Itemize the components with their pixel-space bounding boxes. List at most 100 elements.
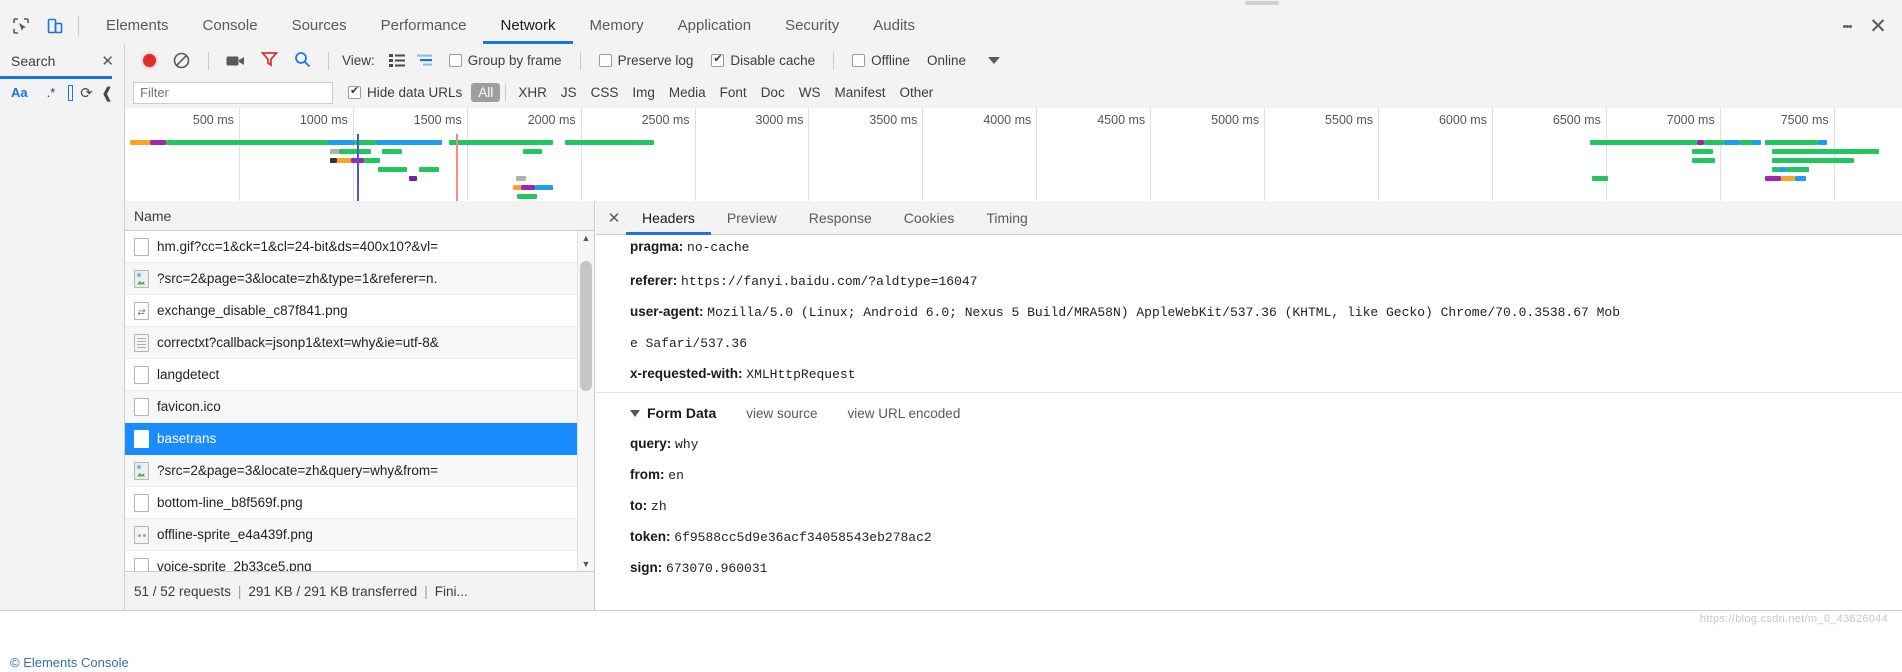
tab-elements[interactable]: Elements [89, 8, 186, 44]
tab-audits[interactable]: Audits [856, 8, 932, 44]
filter-type-media[interactable]: Media [662, 83, 713, 102]
request-row[interactable]: ⇄ exchange_disable_c87f841.png [125, 295, 594, 327]
drag-handle[interactable] [1245, 1, 1279, 5]
request-row[interactable]: ?src=2&page=3&locate=zh&type=1&referer=n… [125, 263, 594, 295]
form-data-section-header[interactable]: Form Data view source view URL encoded [630, 393, 1902, 429]
tab-application[interactable]: Application [661, 8, 768, 44]
resource-type-filters: Hide data URLs All XHR JS CSS Img Media … [339, 83, 940, 102]
group-by-frame-checkbox[interactable]: Group by frame [448, 53, 562, 68]
checkbox-box[interactable] [448, 54, 462, 67]
filter-type-js[interactable]: JS [554, 83, 584, 102]
request-row[interactable]: hm.gif?cc=1&ck=1&cl=24-bit&ds=400x10?&vl… [125, 231, 594, 263]
disable-cache-checkbox[interactable]: Disable cache [711, 52, 815, 68]
search-icon[interactable] [294, 51, 311, 71]
overview-request-band [408, 176, 417, 181]
tab-network[interactable]: Network [483, 8, 573, 44]
overview-request-band [1781, 176, 1795, 181]
filter-type-doc[interactable]: Doc [754, 83, 792, 102]
filter-type-css[interactable]: CSS [584, 83, 626, 102]
overview-gridline [922, 108, 924, 201]
filter-type-other[interactable]: Other [892, 83, 940, 102]
filter-type-img[interactable]: Img [625, 83, 662, 102]
devtools-tab-bar: Elements Console Sources Performance Net… [0, 8, 1902, 45]
request-row[interactable]: langdetect [125, 359, 594, 391]
scroll-down-arrow[interactable]: ▼ [578, 557, 594, 571]
overview-gridline [1264, 108, 1266, 201]
refresh-icon[interactable]: ⟳ [80, 84, 93, 102]
offline-checkbox[interactable]: Offline [852, 53, 910, 68]
group-by-frame-label: Group by frame [467, 53, 562, 68]
form-key: from: [630, 467, 665, 482]
tab-preview[interactable]: Preview [711, 201, 793, 235]
checkbox-box[interactable] [348, 84, 361, 99]
request-list-pane: Name hm.gif?cc=1&ck=1&cl=24-bit&ds=400x1… [0, 201, 595, 611]
close-devtools-icon[interactable]: ✕ [1864, 12, 1892, 40]
watermark: https://blog.csdn.net/m_0_43626044 [1699, 613, 1888, 625]
throttling-value[interactable]: Online [927, 53, 966, 68]
text-cursor-icon[interactable] [68, 84, 74, 101]
waterfall-view-icon[interactable] [416, 54, 434, 67]
clear-icon[interactable] [173, 52, 191, 70]
checkbox-box[interactable] [598, 54, 612, 67]
tab-sources[interactable]: Sources [275, 8, 364, 44]
overview-request-band [1724, 140, 1741, 145]
close-icon[interactable]: ✕ [101, 52, 114, 70]
detail-tab-bar: ✕ Headers Preview Response Cookies Timin… [596, 201, 1902, 235]
filter-input[interactable] [133, 81, 333, 104]
filter-type-all[interactable]: All [471, 83, 501, 102]
view-url-encoded-link[interactable]: view URL encoded [848, 406, 961, 421]
request-row[interactable]: correctxt?callback=jsonp1&text=why&ie=ut… [125, 327, 594, 359]
tab-console[interactable]: Console [186, 8, 275, 44]
back-icon[interactable]: ❰ [101, 84, 114, 102]
overview-gridline [1491, 108, 1493, 201]
checkbox-box[interactable] [852, 54, 866, 67]
tab-memory[interactable]: Memory [573, 8, 661, 44]
overview-timeline[interactable]: 500 ms 1000 ms 1500 ms 2000 ms 2500 ms 3000 m… [125, 108, 1902, 201]
request-row[interactable]: favicon.ico [125, 391, 594, 423]
tab-performance[interactable]: Performance [364, 8, 484, 44]
overview-gridline [580, 108, 582, 201]
checkbox-box[interactable] [711, 52, 725, 67]
scroll-up-arrow[interactable]: ▲ [578, 231, 594, 245]
filter-type-ws[interactable]: WS [792, 83, 828, 102]
camera-icon[interactable] [226, 54, 245, 68]
device-toolbar-icon[interactable] [42, 13, 68, 39]
toolbar-divider [208, 51, 209, 70]
tab-headers[interactable]: Headers [626, 201, 711, 235]
match-case-button[interactable]: Aa [11, 85, 28, 100]
tab-cookies[interactable]: Cookies [888, 201, 971, 235]
filter-type-manifest[interactable]: Manifest [827, 83, 892, 102]
filter-type-font[interactable]: Font [713, 83, 754, 102]
hide-data-urls-checkbox[interactable]: Hide data URLs [348, 84, 462, 100]
preserve-log-checkbox[interactable]: Preserve log [598, 53, 693, 68]
tab-timing[interactable]: Timing [970, 201, 1044, 235]
request-row[interactable]: offline-sprite_e4a439f.png [125, 519, 594, 551]
overview-request-band [1751, 140, 1761, 145]
request-list[interactable]: hm.gif?cc=1&ck=1&cl=24-bit&ds=400x10?&vl… [125, 231, 594, 571]
request-row[interactable]: bottom-line_b8f569f.png [125, 487, 594, 519]
inspect-element-icon[interactable] [8, 13, 34, 39]
record-button[interactable] [143, 54, 156, 67]
regex-button[interactable]: .* [47, 85, 56, 100]
chevron-down-icon[interactable] [987, 57, 1000, 64]
request-name: correctxt?callback=jsonp1&text=why&ie=ut… [157, 335, 439, 350]
request-row[interactable]: voice-sprite_2b33ce5.png [125, 551, 594, 571]
request-row[interactable]: ?src=2&page=3&locate=zh&query=why&from= [125, 455, 594, 487]
scrollbar-thumb[interactable] [580, 261, 592, 391]
overview-request-band [418, 167, 440, 172]
view-source-link[interactable]: view source [746, 406, 817, 421]
doc-file-icon [134, 333, 149, 352]
chevron-down-icon[interactable] [630, 409, 640, 417]
request-list-scrollbar[interactable]: ▲ ▼ [577, 231, 594, 571]
detail-body[interactable]: pragma: no-cache referer: https://fanyi.… [596, 235, 1902, 611]
column-header-name[interactable]: Name [125, 201, 594, 231]
filter-type-xhr[interactable]: XHR [511, 83, 554, 102]
request-row[interactable]: basetrans [125, 423, 594, 455]
filter-funnel-icon[interactable] [260, 51, 279, 70]
more-options-icon[interactable] [1834, 13, 1860, 39]
tab-response[interactable]: Response [793, 201, 888, 235]
tab-security[interactable]: Security [768, 8, 856, 44]
close-detail-icon[interactable]: ✕ [602, 209, 626, 227]
toolbar-divider [833, 51, 835, 70]
list-view-icon[interactable] [388, 54, 405, 67]
